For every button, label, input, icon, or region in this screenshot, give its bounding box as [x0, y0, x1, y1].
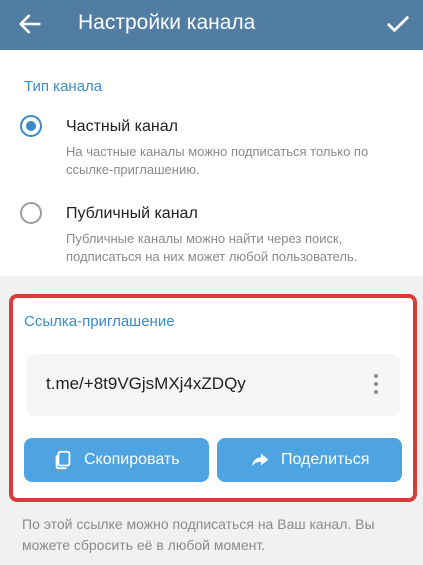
arrow-left-icon[interactable] — [16, 10, 44, 38]
copy-icon — [55, 450, 71, 470]
share-button-label: Поделиться — [281, 451, 370, 468]
radio-public-unselected[interactable] — [20, 202, 42, 224]
copy-button[interactable]: Скопировать — [24, 438, 209, 482]
option-description-private: На частные каналы можно подписаться толь… — [66, 144, 369, 177]
channel-type-section: Тип канала Частный канал На частные кана… — [0, 50, 423, 276]
invite-link-field[interactable]: t.me/+8t9VGjsMXj4xZDQy — [26, 354, 400, 416]
radio-private-selected[interactable] — [20, 115, 42, 137]
invite-link-hint: По этой ссылке можно подписаться на Ваш … — [22, 516, 375, 553]
copy-button-label: Скопировать — [84, 451, 180, 468]
section-title-invite-link: Ссылка-приглашение — [24, 313, 175, 330]
invite-link-text[interactable]: t.me/+8t9VGjsMXj4xZDQy — [46, 374, 246, 394]
top-app-bar: Настройки канала — [0, 0, 423, 50]
option-label-public: Публичный канал — [66, 205, 198, 222]
more-vertical-icon[interactable] — [372, 374, 380, 396]
section-title-channel-type: Тип канала — [24, 78, 103, 95]
share-arrow-icon — [251, 453, 269, 467]
page-title: Настройки канала — [78, 11, 256, 34]
check-icon[interactable] — [384, 10, 412, 38]
option-description-public: Публичные каналы можно найти через поиск… — [66, 231, 358, 264]
option-label-private: Частный канал — [66, 118, 178, 135]
share-button[interactable]: Поделиться — [217, 438, 402, 482]
